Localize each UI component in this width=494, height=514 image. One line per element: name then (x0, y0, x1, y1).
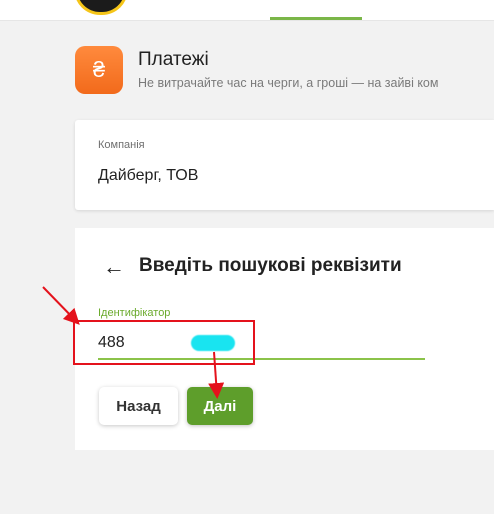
search-form-title: Введіть пошукові реквізити (139, 255, 402, 276)
active-tab-indicator (270, 17, 362, 20)
hryvnia-icon: ₴ (75, 46, 123, 94)
identifier-label: Ідентифікатор (98, 307, 171, 319)
annotation-highlight-box (73, 320, 255, 365)
top-nav-bar (0, 0, 494, 21)
page-subtitle: Не витрачайте час на черги, а гроші — на… (138, 76, 439, 90)
page-title: Платежі (138, 49, 209, 70)
company-label: Компанія (98, 139, 145, 151)
logo[interactable] (74, 0, 128, 15)
company-card[interactable]: Компанія Дайберг, ТОВ (75, 120, 494, 210)
next-button[interactable]: Далі (187, 387, 253, 425)
company-value: Дайберг, ТОВ (98, 167, 199, 184)
annotation-arrow-to-field (42, 286, 80, 325)
hryvnia-glyph: ₴ (92, 57, 106, 82)
arrow-left-icon[interactable]: ← (103, 254, 125, 280)
back-button[interactable]: Назад (99, 387, 178, 425)
